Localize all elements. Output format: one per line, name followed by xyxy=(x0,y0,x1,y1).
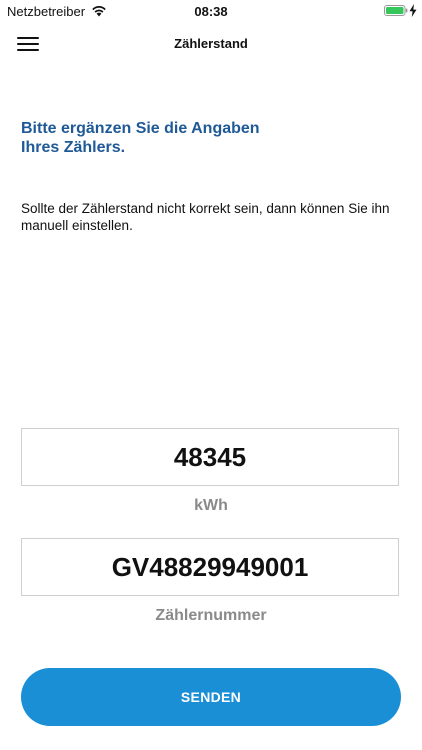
status-bar: Netzbetreiber 08:38 xyxy=(0,0,422,22)
meter-number-input[interactable] xyxy=(22,539,398,595)
page-title: Zählerstand xyxy=(174,36,248,51)
meter-reading-field[interactable] xyxy=(21,428,399,486)
meter-number-field[interactable] xyxy=(21,538,399,596)
status-time: 08:38 xyxy=(194,4,228,19)
meter-reading-screen: Netzbetreiber 08:38 Zählerstand Bitte er… xyxy=(0,0,422,750)
bolt-icon xyxy=(409,4,417,17)
meter-number-label: Zählernummer xyxy=(155,607,267,624)
battery-icon xyxy=(384,5,408,16)
instruction-description: Sollte der Zählerstand nicht korrekt sei… xyxy=(21,201,390,233)
heading-line-2: Ihres Zählers. xyxy=(21,139,126,156)
meter-reading-input[interactable] xyxy=(22,429,398,485)
heading-line-1: Bitte ergänzen Sie die Angaben xyxy=(21,120,260,137)
instruction-heading: Bitte ergänzen Sie die Angaben Ihres Zäh… xyxy=(21,119,401,157)
meter-reading-unit-label: kWh xyxy=(194,497,228,514)
send-button[interactable]: SENDEN xyxy=(21,668,401,726)
navigation-bar: Zählerstand xyxy=(0,22,422,66)
